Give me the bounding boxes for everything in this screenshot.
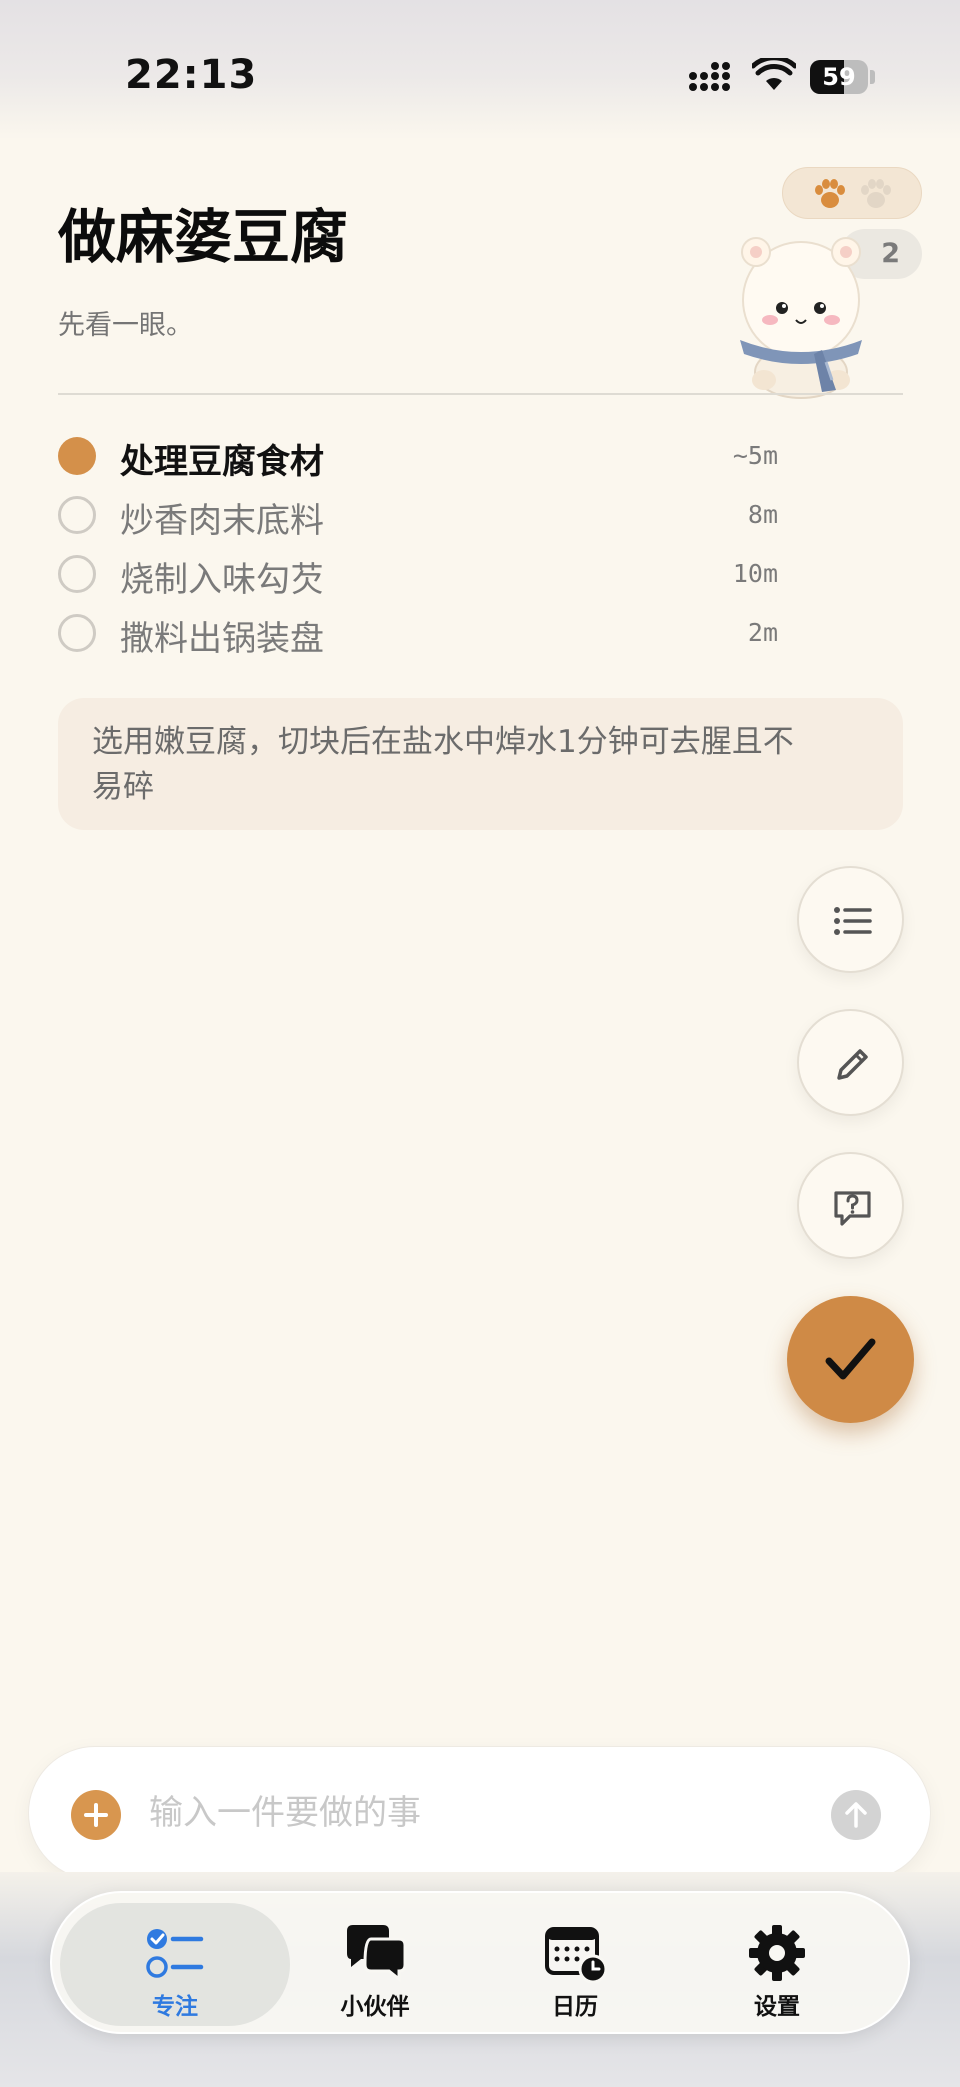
tab-label: 设置 [754,1994,800,2020]
step-duration: 2m [747,618,778,647]
step-list-button[interactable] [797,866,904,973]
cellular-signal-icon [689,62,730,91]
pencil-icon [837,1049,868,1080]
plus-icon [84,1803,108,1827]
focus-list-icon [146,1929,204,1978]
step-duration: 8m [747,500,778,529]
step-status-dot[interactable] [58,555,96,593]
chat-bubbles-icon [347,1925,407,1983]
add-button[interactable] [71,1790,121,1840]
step-duration: 10m [732,559,778,588]
paw-icon [815,179,845,208]
gear-icon [749,1925,805,1981]
tab-bar: 专注 小伙伴 日历 设置 [50,1891,910,2034]
header-divider [58,393,903,395]
calendar-clock-icon [545,1927,607,1983]
status-bar: 22:13 59 [0,0,960,140]
step-status-dot[interactable] [58,437,96,475]
hamster-mascot[interactable] [726,222,876,402]
list-icon [834,907,872,935]
arrow-up-icon [845,1802,867,1828]
battery-indicator: 59 [810,60,868,94]
edit-button[interactable] [797,1009,904,1116]
status-time: 22:13 [125,52,258,98]
app-screen: 22:13 59 做麻婆豆腐 先看一眼。 2 处理豆腐食材 ~5m 炒香肉末底料… [0,0,960,2087]
step-duration: ~5m [732,441,778,470]
task-input[interactable] [149,1777,829,1849]
tab-focus[interactable]: 专注 [60,1903,290,2026]
paw-icon [861,179,891,208]
battery-cap [870,70,875,84]
step-list: 处理豆腐食材 ~5m 炒香肉末底料 8m 烧制入味勾芡 10m 撒料出锅装盘 2… [58,426,778,662]
tip-card: 选用嫩豆腐，切块后在盐水中焯水1分钟可去腥且不易碎 [58,698,903,830]
step-label: 烧制入味勾芡 [120,560,324,600]
battery-percent: 59 [822,63,856,91]
step-item-1[interactable]: 处理豆腐食材 ~5m [58,426,778,485]
complete-step-button[interactable] [787,1296,914,1423]
step-status-dot[interactable] [58,614,96,652]
step-status-dot[interactable] [58,496,96,534]
tab-calendar[interactable]: 日历 [460,1903,690,2026]
step-item-4[interactable]: 撒料出锅装盘 2m [58,603,778,662]
help-bubble-icon [834,1191,871,1226]
help-button[interactable] [797,1152,904,1259]
add-task-bar [28,1746,931,1880]
send-button[interactable] [831,1790,881,1840]
step-item-2[interactable]: 炒香肉末底料 8m [58,485,778,544]
paw-progress-pill[interactable] [782,167,922,219]
tip-text: 选用嫩豆腐，切块后在盐水中焯水1分钟可去腥且不易碎 [92,724,794,805]
tab-companions[interactable]: 小伙伴 [260,1903,490,2026]
step-label: 撒料出锅装盘 [120,619,324,659]
wifi-icon [752,58,796,90]
tab-label: 小伙伴 [340,1994,410,2020]
checkmark-icon [825,1338,876,1380]
tab-label: 专注 [152,1994,198,2020]
step-label: 炒香肉末底料 [120,501,324,541]
page-title: 做麻婆豆腐 [58,203,349,271]
step-item-3[interactable]: 烧制入味勾芡 10m [58,544,778,603]
tab-settings[interactable]: 设置 [662,1903,892,2026]
step-label: 处理豆腐食材 [120,442,324,482]
page-subtitle: 先看一眼。 [58,310,193,341]
tab-label: 日历 [552,1994,598,2020]
